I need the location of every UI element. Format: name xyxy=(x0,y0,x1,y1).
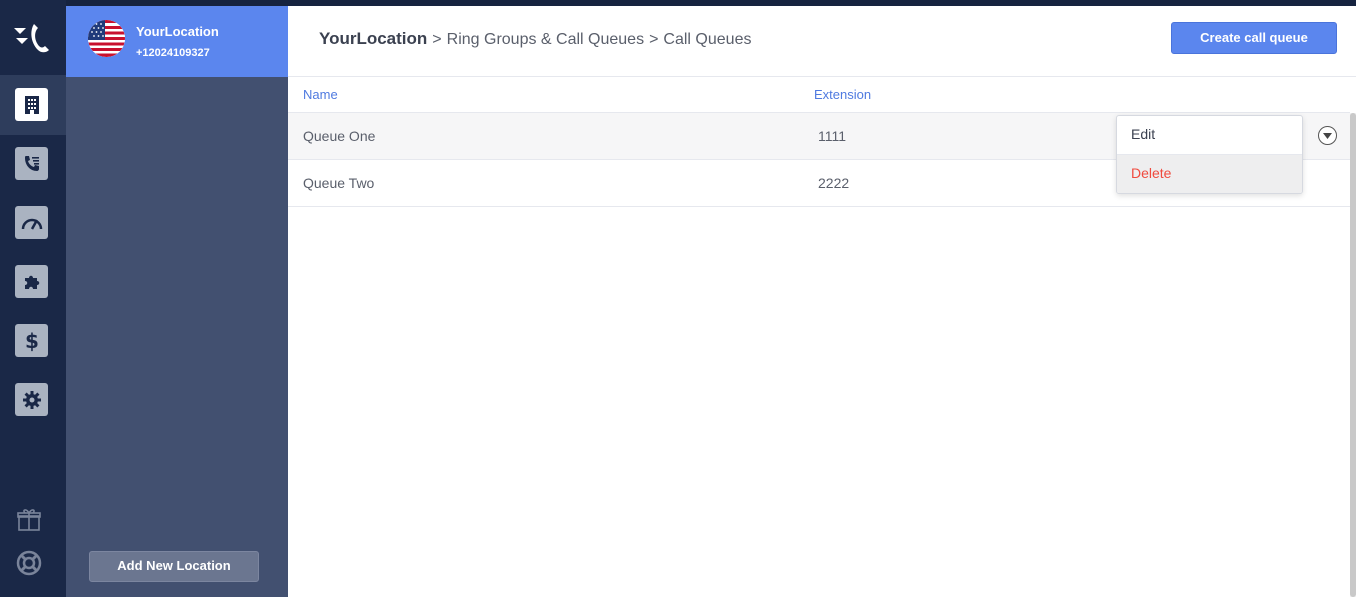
caret-down-icon xyxy=(1323,132,1332,139)
add-new-location-button[interactable]: Add New Location xyxy=(89,551,259,582)
table-header: Name Extension xyxy=(288,77,1350,113)
nav-integrations-button[interactable] xyxy=(15,265,48,298)
nav-locations-button[interactable] xyxy=(15,88,48,121)
main-content: YourLocation > Ring Groups & Call Queues > C… xyxy=(288,6,1356,597)
speedometer-icon xyxy=(21,218,42,230)
breadcrumb-separator: > xyxy=(649,31,659,48)
breadcrumb-call-queues: Call Queues xyxy=(663,31,752,48)
dollar-icon: $ xyxy=(25,330,39,352)
breadcrumb: YourLocation > Ring Groups & Call Queues > C… xyxy=(319,29,751,49)
column-header-name[interactable]: Name xyxy=(303,87,338,102)
location-phone: +12024109327 xyxy=(136,47,210,59)
gift-icon[interactable] xyxy=(16,506,42,532)
location-card[interactable]: YourLocation +12024109327 xyxy=(66,6,288,77)
queue-extension: 1111 xyxy=(818,128,847,144)
edit-menu-item[interactable]: Edit xyxy=(1117,116,1302,155)
call-queue-icon xyxy=(24,155,39,171)
nav-dashboard-button[interactable] xyxy=(15,206,48,239)
queue-name: Queue One xyxy=(303,128,376,144)
nav-rail: $ xyxy=(0,0,66,597)
app-logo-icon[interactable] xyxy=(12,20,52,56)
nav-call-queues-button[interactable] xyxy=(15,147,48,180)
gear-icon xyxy=(22,390,41,409)
queue-name: Queue Two xyxy=(303,175,375,191)
nav-billing-button[interactable]: $ xyxy=(15,324,48,357)
us-flag-icon xyxy=(88,20,125,57)
breadcrumb-location[interactable]: YourLocation xyxy=(319,29,427,48)
building-icon xyxy=(24,95,39,114)
nav-settings-button[interactable] xyxy=(15,383,48,416)
queue-extension: 2222 xyxy=(818,175,850,191)
scrollbar-thumb[interactable] xyxy=(1350,113,1356,597)
location-panel: YourLocation +12024109327 Add New Locati… xyxy=(66,6,288,597)
lifebuoy-icon[interactable] xyxy=(16,550,42,576)
svg-text:$: $ xyxy=(25,330,39,352)
location-name: YourLocation xyxy=(136,24,219,39)
column-header-extension[interactable]: Extension xyxy=(814,87,871,102)
row-actions-toggle[interactable] xyxy=(1318,126,1337,145)
delete-menu-item[interactable]: Delete xyxy=(1117,155,1302,193)
breadcrumb-ring-groups[interactable]: Ring Groups & Call Queues xyxy=(447,31,644,48)
vertical-scrollbar[interactable] xyxy=(1350,113,1356,597)
row-actions-menu: Edit Delete xyxy=(1116,115,1303,194)
create-call-queue-button[interactable]: Create call queue xyxy=(1171,22,1337,54)
page-header: YourLocation > Ring Groups & Call Queues > C… xyxy=(288,6,1356,77)
app-root: $ YourLocation +12024109327 Add New Loca… xyxy=(0,0,1356,597)
breadcrumb-separator: > xyxy=(432,31,442,48)
puzzle-icon xyxy=(24,275,39,289)
